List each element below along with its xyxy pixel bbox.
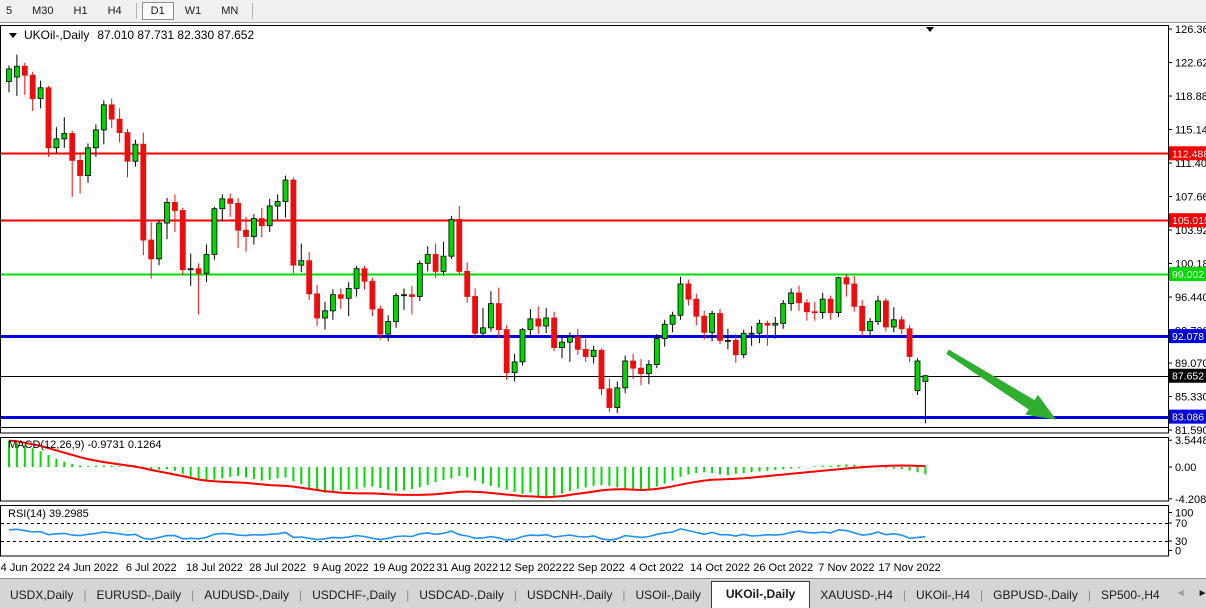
price-tick: 126.360	[1175, 24, 1206, 36]
rsi-tick: 0	[1175, 546, 1181, 558]
date-tick: 6 Jul 2022	[126, 562, 177, 574]
price-tick: 107.660	[1175, 192, 1206, 204]
symbol-tab-bar: USDX,Daily|EURUSD-,Daily|AUDUSD-,Daily|U…	[0, 578, 1206, 608]
price-tick: 118.880	[1175, 91, 1206, 103]
macd-tick: 3.5448	[1175, 435, 1206, 447]
date-tick: 22 Sep 2022	[562, 562, 624, 574]
svg-text:99.002: 99.002	[1172, 269, 1204, 281]
mt4-window: 5M30H1H4 D1W1MN 126.360 122.620 118.880 115.…	[0, 0, 1206, 608]
chart-tab-xauusdh4[interactable]: XAUUSD-,H4	[810, 583, 903, 608]
date-tick: 14 Jun 2022	[0, 562, 55, 574]
chart-tab-usdxdaily[interactable]: USDX,Daily	[0, 583, 83, 608]
chart-canvas[interactable]: 126.360122.620118.880115.140111.400107.6…	[0, 23, 1206, 578]
macd-tick: 0.00	[1175, 462, 1196, 474]
toolbar-divider	[136, 3, 137, 19]
price-tick: 89.070	[1175, 358, 1206, 370]
chart-title-quote: 87.010 87.731 82.330 87.652	[97, 28, 254, 42]
date-axis: 14 Jun 202224 Jun 2022 6 Jul 2022 18 Jul 2…	[0, 562, 941, 574]
date-tick: 24 Jun 2022	[58, 562, 119, 574]
svg-text:83.086: 83.086	[1172, 412, 1204, 424]
date-tick: 18 Jul 2022	[186, 562, 243, 574]
date-tick: 31 Aug 2022	[436, 562, 498, 574]
chart-tab-audusddaily[interactable]: AUDUSD-,Daily	[194, 583, 299, 608]
svg-text:112.488: 112.488	[1172, 148, 1206, 160]
date-tick: 9 Aug 2022	[313, 562, 369, 574]
price-tick: 96.440	[1175, 292, 1206, 304]
macd-label: MACD(12,26,9) -0.9731 0.1264	[8, 439, 161, 451]
timeframe-toolbar: 5M30H1H4 D1W1MN	[0, 0, 1206, 23]
chart-tab-eurusddaily[interactable]: EURUSD-,Daily	[86, 583, 191, 608]
tabs-scroll-right-icon[interactable]: ►	[1192, 588, 1206, 599]
timeframe-button-w1[interactable]: W1	[176, 2, 211, 20]
svg-text:87.652: 87.652	[1172, 371, 1204, 383]
toolbar-divider	[252, 3, 253, 19]
chart-tab-ukoildaily[interactable]: UKOil-,Daily	[711, 581, 810, 608]
date-tick: 26 Oct 2022	[753, 562, 813, 574]
price-tick: 115.140	[1175, 125, 1206, 137]
timeframe-button-d1[interactable]: D1	[142, 2, 174, 20]
chart-title: UKOil-,Daily87.010 87.731 82.330 87.652	[9, 28, 254, 42]
price-axis: 126.360122.620118.880115.140111.400107.6…	[1168, 24, 1206, 437]
svg-text:92.078: 92.078	[1172, 331, 1204, 343]
chart-tab-usoildaily[interactable]: USOil-,Daily	[626, 583, 711, 608]
date-tick: 14 Oct 2022	[690, 562, 750, 574]
timeframe-button-5[interactable]: 5	[0, 2, 21, 20]
date-tick: 4 Oct 2022	[630, 562, 684, 574]
chart-window[interactable]: 126.360122.620118.880115.140111.400107.6…	[0, 23, 1206, 578]
chart-tab-sp500h4[interactable]: SP500-,H4	[1091, 583, 1170, 608]
timeframe-button-mn[interactable]: MN	[212, 2, 247, 20]
timeframe-button-m30[interactable]: M30	[23, 2, 62, 20]
timeframe-button-h4[interactable]: H4	[99, 2, 131, 20]
date-tick: 19 Aug 2022	[373, 562, 435, 574]
price-tick: 122.620	[1175, 58, 1206, 70]
tabs-scroll-left-icon[interactable]: ◄	[1170, 588, 1192, 599]
date-tick: 28 Jul 2022	[249, 562, 306, 574]
pane-frames	[1, 26, 1169, 557]
svg-text:105.015: 105.015	[1172, 215, 1206, 227]
chart-tab-usdcaddaily[interactable]: USDCAD-,Daily	[409, 583, 514, 608]
price-tick: 85.330	[1175, 392, 1206, 404]
chart-tab-gbpusddaily[interactable]: GBPUSD-,Daily	[983, 583, 1088, 608]
date-tick: 17 Nov 2022	[878, 562, 940, 574]
timeframe-button-h1[interactable]: H1	[65, 2, 97, 20]
rsi-tick: 70	[1175, 518, 1187, 530]
chart-tab-usdchfdaily[interactable]: USDCHF-,Daily	[302, 583, 406, 608]
chart-tab-usdcnhdaily[interactable]: USDCNH-,Daily	[517, 583, 622, 608]
rsi-label: RSI(14) 39.2985	[8, 508, 89, 520]
macd-tick: -4.2086	[1175, 494, 1206, 506]
chart-tab-ukoilh4[interactable]: UKOil-,H4	[906, 583, 980, 608]
date-tick: 12 Sep 2022	[499, 562, 561, 574]
date-tick: 7 Nov 2022	[818, 562, 874, 574]
chart-title-symbol: UKOil-,Daily87.010 87.731 82.330 87.652	[24, 28, 254, 42]
